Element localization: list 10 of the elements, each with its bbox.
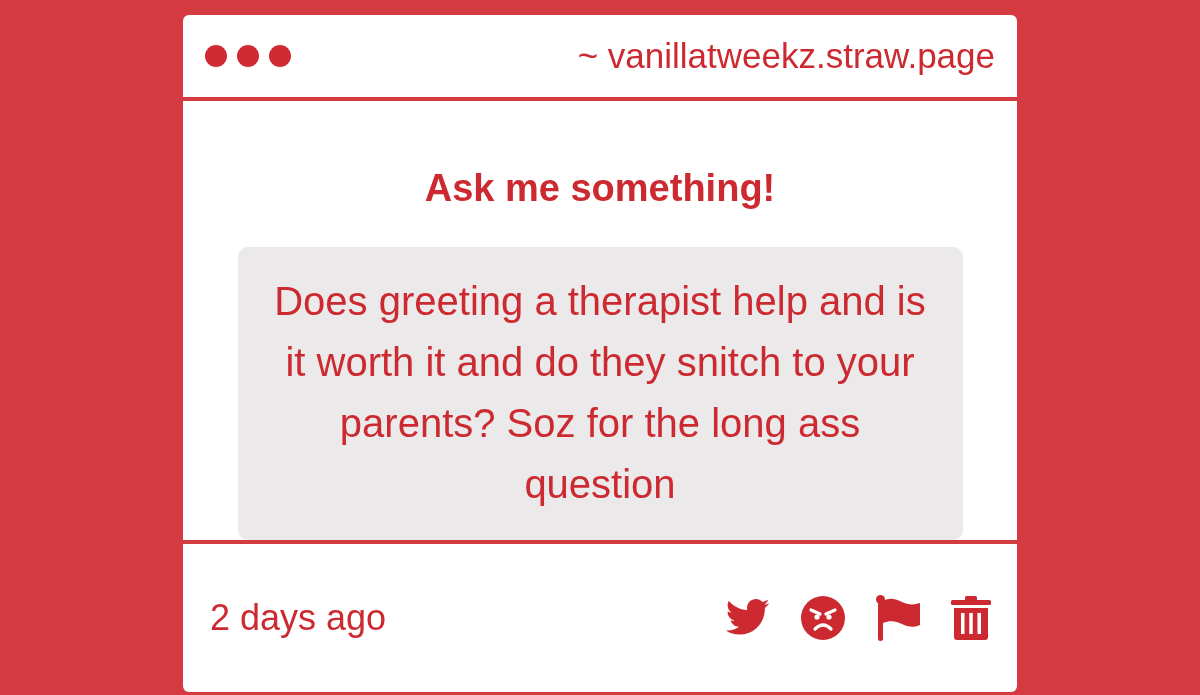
window-dot-icon [237, 45, 259, 67]
flag-icon[interactable] [876, 595, 920, 641]
angry-face-icon[interactable] [801, 596, 845, 640]
page-url: ~ vanillatweekz.straw.page [577, 36, 995, 76]
window-dot-icon [205, 45, 227, 67]
window-dot-icon [269, 45, 291, 67]
trash-icon[interactable] [951, 596, 991, 640]
prompt-title: Ask me something! [424, 167, 776, 209]
question-text: Does greeting a therapist help and is it worth it and do they snitch to your parents? Soz for the long ass question [273, 278, 927, 508]
timestamp: 2 days ago [210, 597, 387, 639]
